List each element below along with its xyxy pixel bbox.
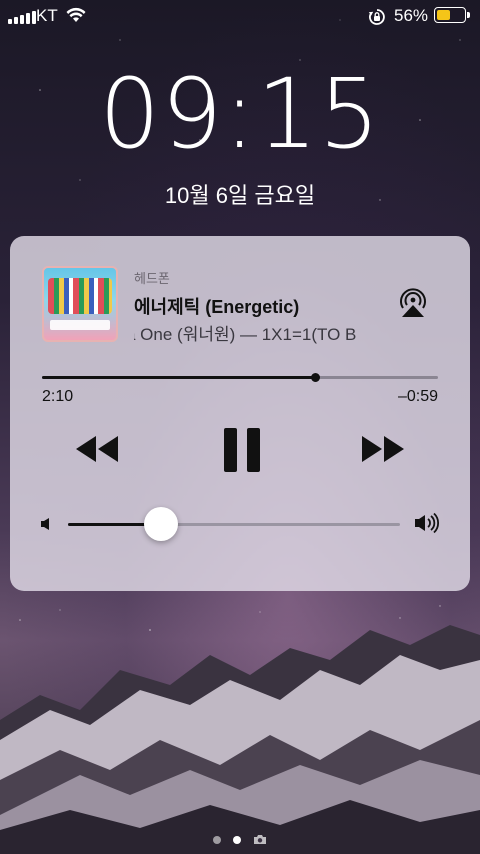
playback-scrubber[interactable] <box>42 373 438 382</box>
now-playing-card: 헤드폰 에너제틱 (Energetic) a One (워너원) — 1X1=1… <box>10 236 470 591</box>
artist-album-ticker: a One (워너원) — 1X1=1(TO B <box>134 320 374 345</box>
rewind-icon[interactable] <box>74 434 120 464</box>
song-title: 에너제틱 (Energetic) <box>134 297 300 317</box>
lock-screen-date: 10월 6일 금요일 <box>164 183 316 208</box>
page-dot <box>213 835 221 844</box>
battery-icon <box>434 7 470 23</box>
lock-screen-time: 09:15 <box>99 58 381 170</box>
output-route-label: 헤드폰 <box>134 271 170 286</box>
volume-high-icon <box>415 512 440 534</box>
battery-percent: 56% <box>394 6 429 25</box>
signal-icon <box>8 11 36 24</box>
album-art[interactable] <box>42 266 118 342</box>
mountain-decoration <box>0 625 480 854</box>
volume-slider[interactable] <box>68 507 400 541</box>
scrubber-knob[interactable] <box>311 373 321 382</box>
status-bar: KT 56% <box>0 0 480 32</box>
artist-album-label: a One (워너원) — 1X1=1(TO B <box>134 325 357 344</box>
fast-forward-icon[interactable] <box>360 434 406 464</box>
carrier-label: KT <box>36 6 58 25</box>
rotation-lock-icon <box>368 9 385 25</box>
page-dot-active <box>233 835 241 844</box>
airplay-icon[interactable] <box>398 286 428 318</box>
remaining-time: –0:59 <box>397 388 438 405</box>
wifi-icon <box>66 7 86 22</box>
volume-knob[interactable] <box>143 507 178 541</box>
elapsed-time: 2:10 <box>42 388 74 405</box>
volume-low-icon <box>41 518 49 530</box>
pause-icon[interactable] <box>222 426 262 474</box>
page-indicator <box>0 834 480 845</box>
camera-icon[interactable] <box>253 834 267 845</box>
